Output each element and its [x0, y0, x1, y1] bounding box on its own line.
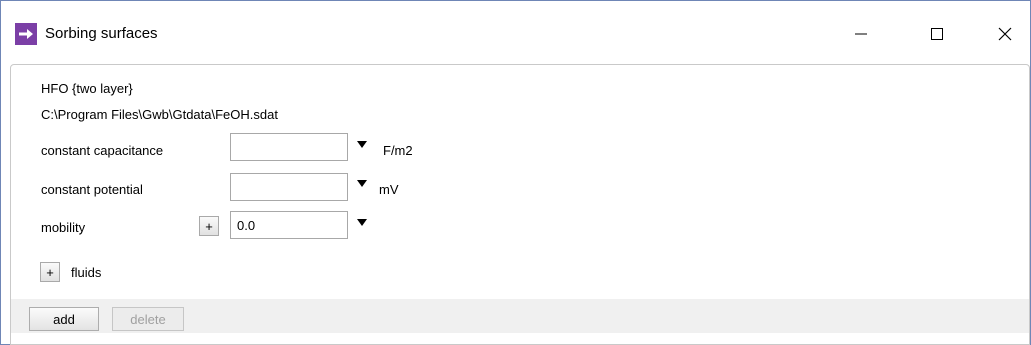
close-button[interactable] — [982, 15, 1028, 53]
minimize-button[interactable] — [838, 15, 884, 53]
add-button[interactable]: add — [29, 307, 99, 331]
fluids-label[interactable]: fluids — [71, 265, 101, 280]
capacitance-unit-dropdown-icon[interactable] — [357, 141, 367, 148]
mobility-expand-button[interactable]: + — [199, 216, 219, 236]
mobility-dropdown-icon[interactable] — [357, 219, 367, 226]
mobility-input[interactable]: 0.0 — [230, 211, 348, 239]
close-icon — [998, 27, 1012, 41]
minimize-icon — [855, 33, 867, 35]
constant-potential-input[interactable] — [230, 173, 348, 201]
constant-potential-label: constant potential — [41, 182, 143, 197]
constant-capacitance-label: constant capacitance — [41, 143, 164, 158]
maximize-button[interactable] — [914, 15, 960, 53]
constant-capacitance-input[interactable] — [230, 133, 348, 161]
button-bar: add delete — [11, 299, 1029, 333]
surface-name[interactable]: HFO {two layer} — [41, 81, 133, 96]
arrow-right-icon — [15, 23, 37, 45]
fluids-expand-button[interactable]: + — [40, 262, 60, 282]
surface-file-path: C:\Program Files\Gwb\Gtdata\FeOH.sdat — [41, 107, 278, 122]
delete-button[interactable]: delete — [112, 307, 184, 331]
window-title: Sorbing surfaces — [45, 25, 158, 42]
sorbing-surfaces-window: Sorbing surfaces HFO {two layer} C:\Prog… — [0, 0, 1031, 345]
mobility-label: mobility — [41, 220, 86, 235]
title-bar[interactable]: Sorbing surfaces — [1, 1, 1030, 65]
potential-unit-dropdown-icon[interactable] — [357, 180, 367, 187]
capacitance-unit: F/m2 — [383, 143, 413, 158]
maximize-icon — [931, 28, 943, 40]
potential-unit: mV — [379, 182, 399, 197]
